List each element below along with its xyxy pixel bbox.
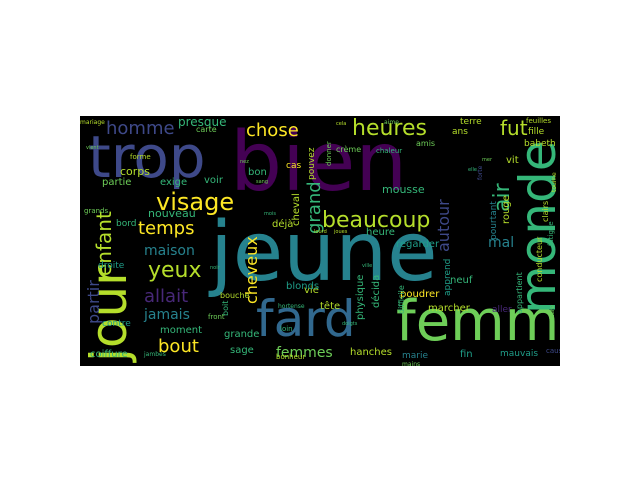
- word-cause: cause: [546, 347, 560, 355]
- word-homme: homme: [106, 118, 175, 139]
- word-fatigue: fatigue: [547, 221, 555, 246]
- word-nouveau: nouveau: [148, 207, 196, 220]
- word-sang: sang: [256, 179, 269, 185]
- word-coiffure: coiffure: [90, 349, 128, 360]
- word-noir: noir: [210, 265, 220, 271]
- word-ans: ans: [452, 127, 468, 137]
- word-feuilles: feuilles: [526, 117, 551, 125]
- word-mer: mer: [482, 157, 493, 163]
- word-cas: cas: [286, 161, 302, 171]
- word-allait: allait: [144, 286, 189, 307]
- word-neuf: neuf: [450, 275, 473, 286]
- word-pourtant: pourtant: [489, 201, 499, 240]
- word-vient: vient: [86, 145, 99, 151]
- word-sage: sage: [230, 345, 254, 356]
- word-jamais: jamais: [144, 307, 190, 323]
- word-fille: fille: [528, 127, 545, 137]
- word-corps: corps: [120, 165, 151, 178]
- word-jambes: jambes: [144, 351, 166, 358]
- word-loin: loin: [280, 325, 293, 333]
- word-pouvez: pouvez: [307, 147, 317, 180]
- word-appartient: appartient: [515, 272, 524, 314]
- word-contre: contre: [102, 319, 131, 329]
- word-fut: fut: [500, 116, 528, 140]
- word-front: front: [208, 313, 225, 321]
- word-nez: nez: [240, 159, 249, 165]
- word-chose: chose: [246, 120, 299, 141]
- word-lourd: lourd: [314, 229, 327, 235]
- word-culture: culture: [549, 305, 556, 326]
- word-deja: déjà: [272, 219, 294, 230]
- word-forte: forte: [477, 165, 484, 180]
- word-mains: mains: [402, 361, 421, 367]
- word-fin: fin: [460, 349, 473, 360]
- word-voir: voir: [204, 175, 223, 186]
- word-donner: donner: [325, 141, 333, 166]
- word-yeux: yeux: [148, 258, 202, 283]
- word-bord: bord: [116, 219, 137, 229]
- word-rouge: rouge: [501, 195, 512, 224]
- word-cloud: jeune bien trop femme monde jour fard vi…: [80, 116, 560, 366]
- word-fard: fard: [256, 290, 356, 348]
- word-decida: décida: [371, 274, 382, 308]
- word-mariage: mariage: [80, 119, 105, 126]
- word-marie: marie: [402, 351, 429, 361]
- word-doigts: doigts: [342, 321, 358, 327]
- word-joues: joues: [334, 229, 348, 235]
- word-bonheur: bonheur: [276, 353, 306, 361]
- word-bouche: bouche: [220, 291, 250, 300]
- word-partie: partie: [102, 177, 132, 188]
- word-maison: maison: [144, 243, 195, 259]
- word-babeth: babeth: [524, 139, 556, 149]
- word-temps: temps: [138, 218, 195, 239]
- word-cela: cela: [336, 121, 347, 127]
- word-partir: partir: [84, 280, 103, 324]
- word-mousse: mousse: [382, 183, 425, 196]
- word-mois: mois: [264, 211, 276, 217]
- word-cheval: cheval: [291, 193, 302, 226]
- word-vit: vit: [506, 155, 519, 166]
- word-hortense: hortense: [278, 303, 305, 310]
- word-regarder: regarder: [396, 239, 440, 250]
- word-blonds: blonds: [286, 281, 320, 292]
- word-tourne: tourne: [551, 172, 558, 192]
- word-apprend: apprend: [443, 258, 453, 296]
- word-mauvais: mauvais: [500, 349, 539, 359]
- word-aller: aller: [492, 305, 512, 315]
- word-grand: grand: [304, 181, 325, 234]
- word-terre: terre: [460, 117, 482, 127]
- word-aime: aime: [384, 119, 399, 126]
- word-physique: physique: [355, 274, 366, 320]
- word-creme: crème: [336, 145, 362, 154]
- word-grande: grande: [224, 329, 260, 340]
- word-difficile: difficile: [397, 285, 406, 314]
- word-exige: exige: [160, 177, 188, 188]
- word-clairs: clairs: [541, 200, 550, 222]
- word-amis: amis: [416, 139, 436, 148]
- word-carte: carte: [196, 125, 217, 134]
- word-bon: bon: [248, 167, 267, 178]
- word-hanches: hanches: [350, 347, 393, 358]
- word-marcher: marcher: [428, 303, 470, 314]
- word-moment: moment: [160, 325, 203, 336]
- word-elle: elle: [468, 167, 477, 173]
- word-tete: tête: [320, 301, 341, 312]
- word-chaleur: chaleur: [376, 147, 403, 155]
- word-droite: droite: [98, 261, 125, 271]
- word-conducteur: conducteur: [535, 236, 544, 282]
- word-grands: grands: [84, 207, 109, 215]
- word-ville: ville: [362, 263, 373, 269]
- word-forme: forme: [130, 153, 151, 161]
- word-heure: heure: [366, 227, 395, 238]
